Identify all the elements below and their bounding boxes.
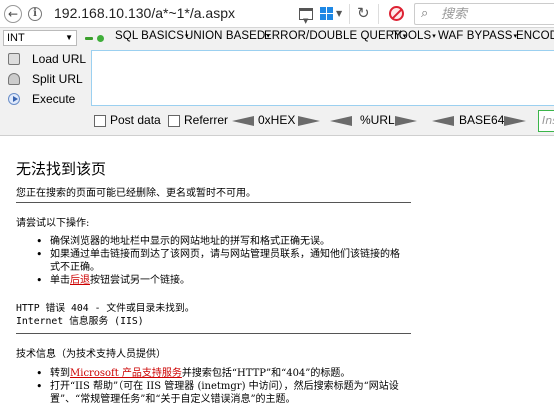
search-box[interactable]: ⌕: [414, 3, 554, 25]
url-label: %URL: [360, 113, 395, 127]
hackbar-toolbar: INT ▼ SQL BASICS▾ UNION BASED▾ ERROR/DOU…: [0, 28, 554, 136]
divider: [378, 4, 379, 24]
list-item: 转到Microsoft 产品支持服务并搜索包括“HTTP”和“404”的标题。: [36, 367, 406, 380]
address-bar: ← i 192.168.10.130/a*~1*/a.aspx ▼ ▼ ↻ ⌕: [0, 0, 554, 28]
try-list: 确保浏览器的地址栏中显示的网站地址的拼写和格式正确无误。 如果通过单击链接而到达…: [36, 235, 406, 287]
list-item: 如果通过单击链接而到达了该网页，请与网站管理员联系，通知他们该链接的格式不正确。: [36, 248, 406, 274]
divider: [16, 333, 411, 334]
tech-list: 转到Microsoft 产品支持服务并搜索包括“HTTP”和“404”的标题。 …: [36, 367, 406, 406]
list-item: 打开“IIS 帮助”（可在 IIS 管理器 (inetmgr) 中访问），然后搜…: [36, 380, 406, 406]
url-decode-arrow-icon[interactable]: [330, 116, 352, 126]
reload-icon[interactable]: ↻: [357, 4, 370, 22]
ms-support-link[interactable]: Microsoft 产品支持服务: [70, 368, 182, 379]
list-item: 确保浏览器的地址栏中显示的网站地址的拼写和格式正确无误。: [36, 235, 406, 248]
divider: [349, 4, 350, 24]
back-arrow-icon[interactable]: ←: [4, 5, 22, 23]
type-select-value: INT: [7, 32, 25, 44]
load-url-button[interactable]: Load URL: [4, 51, 88, 69]
try-heading: 请尝试以下操作:: [16, 218, 90, 229]
search-input[interactable]: [441, 5, 551, 23]
status-indicator-icon: [85, 37, 93, 40]
hackbar-options: Post data Referrer 0xHEX %URL BASE64 Ins: [0, 110, 554, 132]
divider: [16, 202, 411, 203]
play-icon: [8, 93, 20, 105]
referrer-label: Referrer: [184, 113, 229, 127]
url-encode-arrow-icon[interactable]: [395, 116, 417, 126]
http-error-line: HTTP 错误 404 - 文件或目录未找到。: [16, 303, 195, 314]
windows-dropdown-icon[interactable]: ▼: [336, 9, 342, 18]
menu-tools[interactable]: TOOLS▾: [392, 30, 436, 42]
base64-encode-arrow-icon[interactable]: [504, 116, 526, 126]
split-url-button[interactable]: Split URL: [4, 71, 88, 89]
insert-input[interactable]: Ins: [538, 110, 554, 132]
back-link[interactable]: 后退: [70, 275, 90, 286]
menu-waf-bypass[interactable]: WAF BYPASS▾: [438, 30, 517, 42]
list-item: 单击后退按钮尝试另一个链接。: [36, 274, 406, 287]
page-title: 无法找到该页: [16, 160, 107, 178]
post-data-checkbox[interactable]: [94, 115, 106, 127]
site-info-icon[interactable]: i: [28, 7, 42, 21]
page-lead: 您正在搜索的页面可能已经删除、更名或暂时不可用。: [16, 188, 256, 199]
menu-sql-basics[interactable]: SQL BASICS▾: [115, 30, 189, 42]
hex-encode-arrow-icon[interactable]: [298, 116, 320, 126]
server-line: Internet 信息服务 (IIS): [16, 316, 144, 327]
chevron-down-icon: ▼: [65, 33, 73, 42]
base64-label: BASE64: [459, 113, 505, 127]
load-icon: [8, 53, 20, 65]
referrer-checkbox[interactable]: [168, 115, 180, 127]
split-icon: [8, 73, 20, 85]
type-select[interactable]: INT ▼: [3, 30, 77, 46]
windows-icon[interactable]: [320, 7, 333, 20]
execute-button[interactable]: Execute: [4, 91, 88, 109]
url-field[interactable]: 192.168.10.130/a*~1*/a.aspx: [54, 5, 235, 21]
menu-union-based[interactable]: UNION BASED▾: [185, 30, 270, 42]
tech-heading: 技术信息（为技术支持人员提供）: [16, 349, 166, 360]
url-textarea[interactable]: [91, 50, 554, 106]
hex-decode-arrow-icon[interactable]: [232, 116, 254, 126]
menu-encoding[interactable]: ENCODI: [516, 30, 554, 42]
post-data-label: Post data: [110, 113, 161, 127]
noscript-icon[interactable]: [389, 6, 404, 21]
page-view-dropdown-icon[interactable]: ▼: [303, 17, 308, 25]
enabled-indicator-icon: [97, 35, 104, 42]
hex-label: 0xHEX: [258, 113, 296, 127]
menu-error-double-query[interactable]: ERROR/DOUBLE QUERY▾: [264, 30, 406, 42]
hackbar-menu: INT ▼ SQL BASICS▾ UNION BASED▾ ERROR/DOU…: [0, 28, 554, 48]
base64-decode-arrow-icon[interactable]: [432, 116, 454, 126]
search-icon: ⌕: [421, 6, 429, 21]
